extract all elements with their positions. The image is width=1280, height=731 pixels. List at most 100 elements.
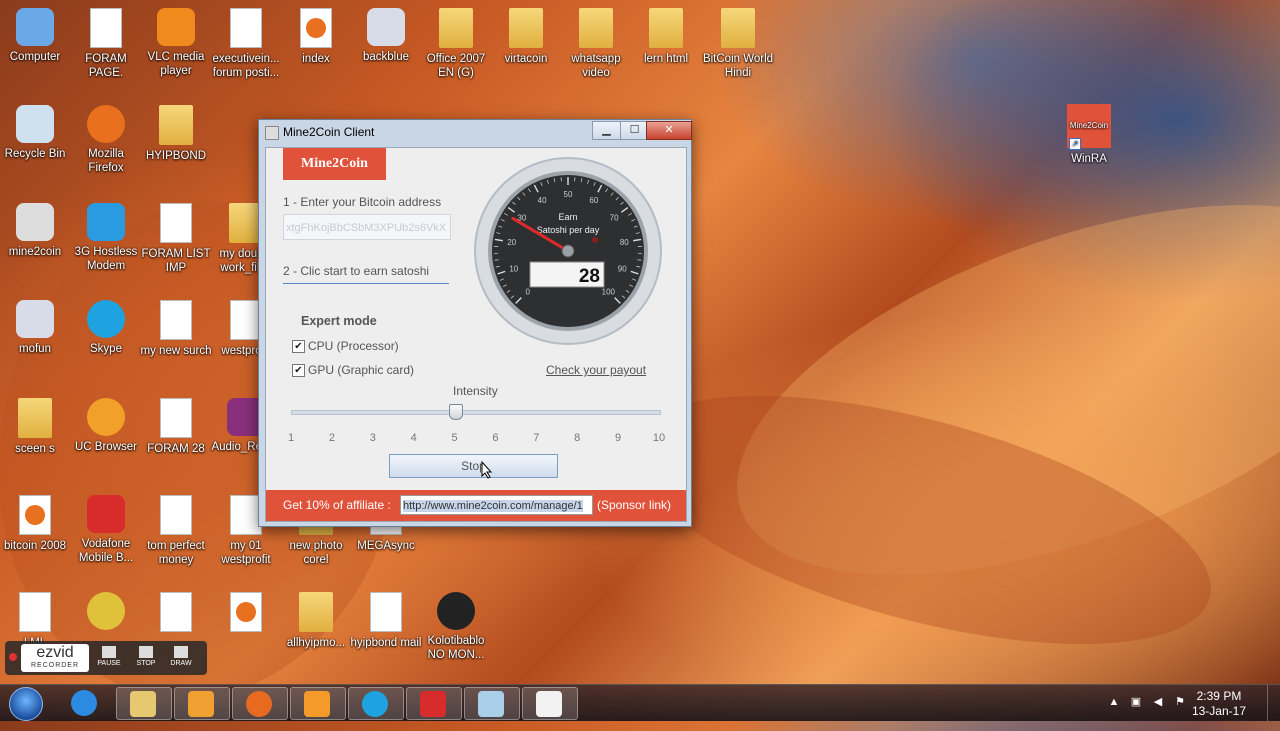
affiliate-footer: Get 10% of affiliate : http://www.mine2c… xyxy=(266,490,686,521)
desktop-icon-mine2coin[interactable]: Mine2Coin↗ WinRA xyxy=(1053,104,1125,166)
folder-icon xyxy=(509,8,543,48)
window-client-area: Mine2Coin 1 - Enter your Bitcoin address… xyxy=(265,147,687,522)
desktop-icon[interactable]: executivein... forum posti... xyxy=(210,8,282,80)
volume-icon[interactable]: ◀ xyxy=(1152,696,1164,708)
media-player-icon xyxy=(188,691,214,717)
stop-button[interactable]: Stop xyxy=(389,454,558,478)
gauge-tick-label: 80 xyxy=(620,238,629,247)
desktop-icon[interactable]: 3G Hostless Modem xyxy=(70,203,142,273)
desktop-icon[interactable]: lern html xyxy=(630,8,702,66)
desktop-icon[interactable]: backblue xyxy=(350,8,422,64)
intensity-slider[interactable] xyxy=(291,410,661,415)
intensity-tick-label: 10 xyxy=(649,432,669,444)
desktop-icon[interactable]: FORAM PAGE. xyxy=(70,8,142,80)
vodafone-icon xyxy=(87,495,125,533)
desktop-icon[interactable]: Kolotibablo NO MON... xyxy=(420,592,492,662)
taskbar-java[interactable] xyxy=(522,687,578,720)
desktop-icon[interactable]: hyipbond mail xyxy=(350,592,422,650)
uc-browser-icon xyxy=(304,691,330,717)
folder-icon xyxy=(721,8,755,48)
show-hidden-icons-icon[interactable]: ▲ xyxy=(1108,696,1120,708)
folder-icon xyxy=(159,105,193,145)
gpu-checkbox[interactable]: ✔ xyxy=(292,364,305,377)
gauge-tick-label: 60 xyxy=(589,196,598,205)
taskbar-clock[interactable]: 2:39 PM13-Jan-17 xyxy=(1192,689,1246,719)
desktop-icon[interactable]: allhyipmo... xyxy=(280,592,352,650)
taskbar-firefox[interactable] xyxy=(232,687,288,720)
minimize-button[interactable]: ▁ xyxy=(592,121,621,140)
taskbar-media-player[interactable] xyxy=(174,687,230,720)
record-indicator-icon xyxy=(9,653,17,661)
desktop-icon[interactable]: whatsapp video xyxy=(560,8,632,80)
desktop-icon-label: Mozilla Firefox xyxy=(88,148,124,174)
window-titlebar[interactable]: Mine2Coin Client ▁ ☐ ✕ xyxy=(259,120,691,144)
mine2coin-window[interactable]: Mine2Coin Client ▁ ☐ ✕ Mine2Coin 1 - Ent… xyxy=(258,119,692,527)
gauge-tick-label: 70 xyxy=(610,213,619,222)
desktop-icon[interactable]: Office 2007 EN (G) xyxy=(420,8,492,80)
skype-icon xyxy=(87,300,125,338)
desktop-icon[interactable]: UC Browser xyxy=(70,398,142,454)
taskbar-explorer[interactable] xyxy=(116,687,172,720)
taskbar-uc-browser[interactable] xyxy=(290,687,346,720)
desktop-icon[interactable]: Computer xyxy=(0,8,71,64)
desktop-icon-label: tom perfect money xyxy=(147,540,205,566)
desktop-icon[interactable] xyxy=(140,592,212,636)
maximize-button[interactable]: ☐ xyxy=(620,121,649,140)
close-button[interactable]: ✕ xyxy=(646,121,692,140)
desktop-icon[interactable]: VLC media player xyxy=(140,8,212,78)
draw-button[interactable]: DRAW xyxy=(165,644,197,672)
ezvid-logo: ezvidRECORDER xyxy=(21,644,89,672)
desktop-icon[interactable]: mofun xyxy=(0,300,71,356)
start-button[interactable] xyxy=(4,685,48,721)
action-center-icon[interactable]: ⚑ xyxy=(1174,696,1186,708)
desktop-icon[interactable]: mine2coin xyxy=(0,203,71,259)
gauge-tick xyxy=(495,260,499,261)
desktop-icon-label: virtacoin xyxy=(505,53,548,65)
pause-label: PAUSE xyxy=(97,660,120,667)
desktop-icon[interactable]: Vodafone Mobile B... xyxy=(70,495,142,565)
desktop-icon[interactable]: HYIPBOND xyxy=(140,105,212,163)
desktop-icon[interactable]: sceen s xyxy=(0,398,71,456)
desktop-icon-label: sceen s xyxy=(15,443,55,455)
taskbar: ▲ ▣ ◀ ⚑ 2:39 PM13-Jan-17 xyxy=(0,684,1280,721)
intensity-tick-label: 8 xyxy=(567,432,587,444)
check-payout-link[interactable]: Check your payout xyxy=(546,363,646,377)
intensity-tick-label: 5 xyxy=(445,432,465,444)
taskbar-vodafone[interactable] xyxy=(406,687,462,720)
pause-button[interactable]: PAUSE xyxy=(93,644,125,672)
taskbar-ie[interactable] xyxy=(58,687,112,718)
bitcoin-address-input[interactable]: xtgFhKojBbCSbM3XPUb2s6VkX xyxy=(283,214,451,240)
desktop-icon[interactable] xyxy=(70,592,142,634)
desktop-icon-label: FORAM PAGE. xyxy=(85,53,127,79)
desktop-icon[interactable]: FORAM LIST IMP xyxy=(140,203,212,275)
desktop-icon[interactable]: virtacoin xyxy=(490,8,562,66)
show-desktop-button[interactable] xyxy=(1267,685,1280,721)
desktop-icon[interactable]: my new surch xyxy=(140,300,212,358)
desktop-icon-label: Kolotibablo NO MON... xyxy=(428,635,485,661)
intensity-tick-label: 1 xyxy=(281,432,301,444)
folder-icon xyxy=(649,8,683,48)
desktop-icon[interactable]: Mozilla Firefox xyxy=(70,105,142,175)
desktop-icon[interactable]: FORAM 28 xyxy=(140,398,212,456)
network-icon[interactable]: ▣ xyxy=(1130,696,1142,708)
cpu-checkbox[interactable]: ✔ xyxy=(292,340,305,353)
desktop-icon[interactable]: BitCoin World Hindi xyxy=(702,8,774,80)
intensity-slider-thumb[interactable] xyxy=(449,404,463,420)
intensity-tick-label: 7 xyxy=(526,432,546,444)
desktop-icon-label: hyipbond mail xyxy=(351,637,422,649)
desktop-icon[interactable]: Skype xyxy=(70,300,142,356)
firefox-file-icon xyxy=(300,8,332,48)
intensity-tick-label: 9 xyxy=(608,432,628,444)
taskbar-notepad[interactable] xyxy=(464,687,520,720)
desktop-icon[interactable]: bitcoin 2008 xyxy=(0,495,71,553)
hammer-icon xyxy=(437,592,475,630)
sponsor-link[interactable]: (Sponsor link) xyxy=(597,498,671,512)
desktop-icon[interactable] xyxy=(210,592,282,636)
satoshi-gauge: 0102030405060708090100 Earn Satoshi per … xyxy=(473,156,663,346)
stop-recording-button[interactable]: STOP xyxy=(130,644,162,672)
affiliate-url-field[interactable]: http://www.mine2coin.com/manage/1 xyxy=(400,495,593,515)
desktop-icon[interactable]: tom perfect money xyxy=(140,495,212,567)
desktop-icon[interactable]: Recycle Bin xyxy=(0,105,71,161)
taskbar-skype[interactable] xyxy=(348,687,404,720)
desktop-icon[interactable]: index xyxy=(280,8,352,66)
